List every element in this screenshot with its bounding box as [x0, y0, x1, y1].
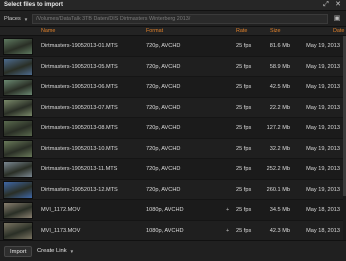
- column-name[interactable]: Name: [41, 28, 55, 34]
- dialog-title: Select files to import: [4, 2, 64, 8]
- file-size: 127.2 Mb: [266, 125, 290, 131]
- table-row[interactable]: Dirtmasters-19052013-12.MTS 720p, AVCHD 25…: [0, 179, 346, 200]
- column-header: Name Format Rate Size Date: [0, 27, 346, 36]
- create-link-label: Create Link: [37, 248, 67, 254]
- title-icons: ⤢ ✕: [322, 1, 342, 9]
- file-list: Dirtmasters-19052013-01.MTS 720p, AVCHD 25…: [0, 36, 346, 240]
- file-format: 720p, AVCHD: [146, 63, 181, 70]
- file-name: Dirtmasters-19052013-12.MTS: [41, 186, 118, 193]
- file-size: 260.1 Mb: [266, 186, 290, 193]
- frame-rate: 25 fps: [236, 104, 252, 111]
- video-thumbnail: [3, 78, 33, 96]
- file-size: 34.5 Mb: [269, 207, 290, 213]
- file-format: 720p, AVCHD: [146, 84, 181, 90]
- close-icon[interactable]: ✕: [334, 1, 342, 9]
- frame-rate: 25 fps: [236, 186, 252, 193]
- frame-rate: 25 fps: [236, 43, 252, 49]
- file-name: Dirtmasters-19052013-10.MTS: [41, 145, 118, 152]
- file-size: 58.9 Mb: [269, 63, 290, 70]
- column-date[interactable]: Date: [333, 28, 344, 34]
- video-thumbnail: [3, 119, 33, 137]
- file-size: 42.3 Mb: [269, 227, 290, 234]
- file-format: 720p, AVCHD: [146, 145, 181, 152]
- file-date: May 19, 2013: [306, 84, 340, 90]
- column-size[interactable]: Size: [270, 28, 281, 34]
- title-bar: Select files to import ⤢ ✕: [0, 0, 346, 11]
- table-row[interactable]: Dirtmasters-19052013-06.MTS 720p, AVCHD 25…: [0, 77, 346, 98]
- table-row[interactable]: Dirtmasters-19052013-10.MTS 720p, AVCHD 25…: [0, 138, 346, 159]
- file-date: May 19, 2013: [306, 186, 340, 193]
- import-button[interactable]: Import: [4, 246, 33, 257]
- frame-rate: 25 fps: [236, 227, 252, 234]
- file-format: 1080p, AVCHD: [146, 227, 184, 234]
- video-thumbnail: [3, 201, 33, 219]
- file-format: 720p, AVCHD: [146, 186, 181, 193]
- add-icon[interactable]: +: [226, 228, 229, 234]
- video-thumbnail: [3, 160, 33, 178]
- file-name: Dirtmasters-19052013-05.MTS: [41, 63, 118, 70]
- frame-rate: 25 fps: [236, 145, 252, 152]
- expand-icon[interactable]: ⤢: [322, 1, 330, 9]
- column-format[interactable]: Format: [146, 28, 163, 34]
- video-thumbnail: [3, 37, 33, 55]
- file-size: 42.5 Mb: [269, 84, 290, 90]
- file-format: 720p, AVCHD: [146, 43, 181, 49]
- create-link-dropdown[interactable]: Create Link ▼: [32, 246, 79, 257]
- file-format: 1080p, AVCHD: [146, 207, 184, 213]
- file-name: Dirtmasters-19052013-11.MTS: [41, 166, 118, 172]
- file-size: 32.2 Mb: [269, 145, 290, 152]
- new-folder-icon[interactable]: ▣: [332, 14, 342, 24]
- file-date: May 18, 2013: [306, 227, 340, 234]
- video-thumbnail: [3, 181, 33, 199]
- table-row[interactable]: Dirtmasters-19052013-05.MTS 720p, AVCHD 25…: [0, 56, 346, 77]
- file-size: 252.2 Mb: [266, 166, 290, 172]
- video-thumbnail: [3, 222, 33, 240]
- frame-rate: 25 fps: [236, 84, 252, 90]
- file-name: Dirtmasters-19052013-01.MTS: [41, 43, 118, 49]
- chevron-down-icon: ▼: [69, 249, 75, 254]
- file-size: 22.2 Mb: [269, 104, 290, 111]
- column-rate[interactable]: Rate: [236, 28, 247, 34]
- file-name: MVI_1173.MOV: [41, 227, 81, 234]
- places-dropdown[interactable]: Places ▼: [4, 14, 28, 24]
- video-thumbnail: [3, 58, 33, 76]
- file-format: 720p, AVCHD: [146, 166, 181, 172]
- file-name: MVI_1172.MOV: [41, 207, 81, 213]
- table-row[interactable]: Dirtmasters-19052013-07.MTS 720p, AVCHD 25…: [0, 97, 346, 118]
- file-format: 720p, AVCHD: [146, 125, 181, 131]
- file-date: May 19, 2013: [306, 63, 340, 70]
- file-date: May 19, 2013: [306, 104, 340, 111]
- table-row[interactable]: Dirtmasters-19052013-08.MTS 720p, AVCHD 25…: [0, 118, 346, 139]
- path-bar: Places ▼ /Volumes/DataTalk 3TB Daten/DIS…: [0, 11, 346, 27]
- file-format: 720p, AVCHD: [146, 104, 181, 111]
- places-label: Places: [4, 16, 21, 22]
- frame-rate: 25 fps: [236, 207, 252, 213]
- footer-bar: Import Create Link ▼: [0, 240, 346, 261]
- frame-rate: 25 fps: [236, 125, 252, 131]
- video-thumbnail: [3, 140, 33, 158]
- file-date: May 19, 2013: [306, 145, 340, 152]
- table-row[interactable]: Dirtmasters-19052013-11.MTS 720p, AVCHD 25…: [0, 159, 346, 180]
- file-size: 81.6 Mb: [269, 43, 290, 49]
- file-name: Dirtmasters-19052013-06.MTS: [41, 84, 118, 90]
- table-row[interactable]: MVI_1173.MOV 1080p, AVCHD +25 fps 42.3 Mb Ma…: [0, 220, 346, 240]
- file-date: May 18, 2013: [306, 207, 340, 213]
- file-date: May 19, 2013: [306, 125, 340, 131]
- file-name: Dirtmasters-19052013-08.MTS: [41, 125, 118, 131]
- add-icon[interactable]: +: [226, 207, 229, 213]
- file-date: May 19, 2013: [306, 166, 340, 172]
- table-row[interactable]: MVI_1172.MOV 1080p, AVCHD +25 fps 34.5 Mb Ma…: [0, 200, 346, 221]
- path-field[interactable]: /Volumes/DataTalk 3TB Daten/DIS Dirtmast…: [32, 14, 328, 24]
- chevron-down-icon: ▼: [23, 16, 29, 22]
- frame-rate: 25 fps: [236, 166, 252, 172]
- frame-rate: 25 fps: [236, 63, 252, 70]
- file-name: Dirtmasters-19052013-07.MTS: [41, 104, 118, 111]
- video-thumbnail: [3, 99, 33, 117]
- table-row[interactable]: Dirtmasters-19052013-01.MTS 720p, AVCHD 25…: [0, 36, 346, 57]
- file-date: May 19, 2013: [306, 43, 340, 49]
